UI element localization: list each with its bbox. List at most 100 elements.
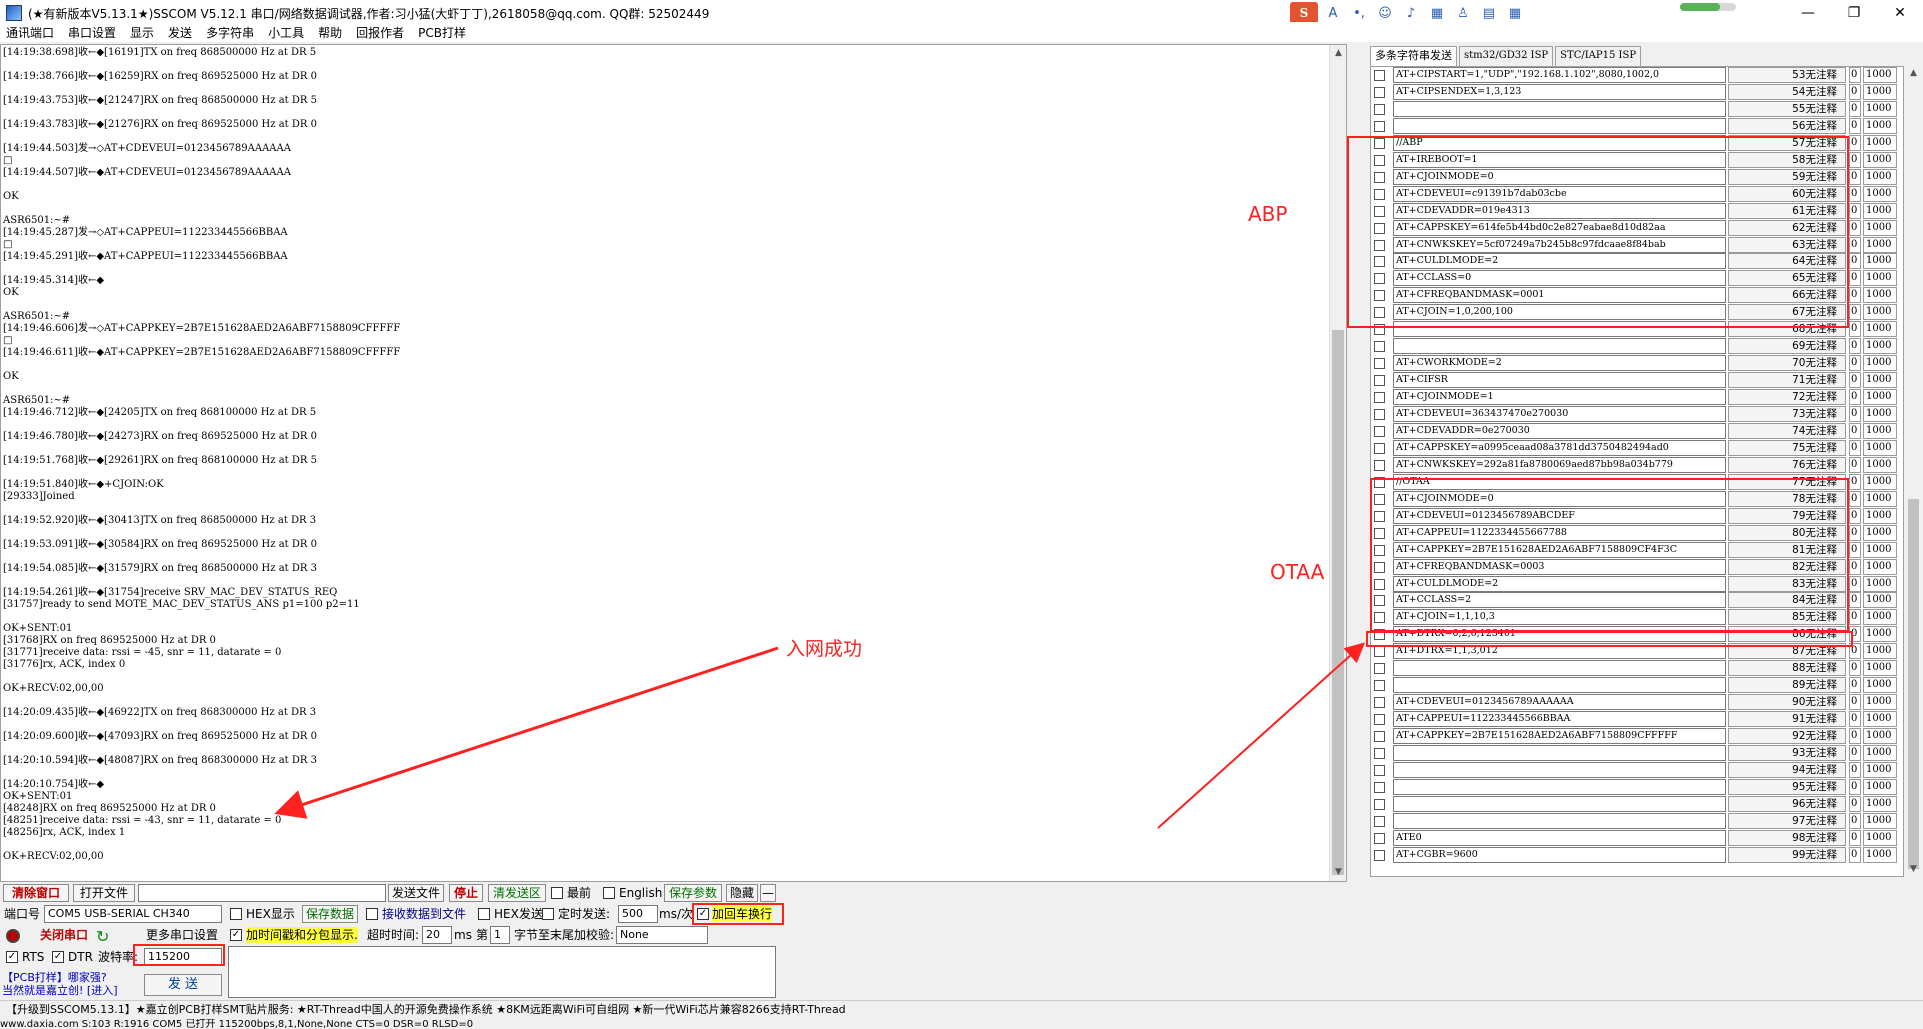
command-input[interactable]: AT+CCLASS=2 — [1393, 592, 1726, 609]
topmost-checkbox[interactable] — [551, 887, 563, 899]
row-checkbox[interactable] — [1374, 663, 1385, 675]
order-input[interactable]: 0 — [1849, 694, 1861, 711]
row-checkbox[interactable] — [1374, 425, 1385, 437]
recv-to-file-checkbox[interactable] — [366, 908, 378, 920]
row-checkbox[interactable] — [1374, 290, 1385, 302]
command-input[interactable]: AT+CFREQBANDMASK=0001 — [1393, 287, 1726, 304]
send-note-button[interactable]: 90无注释 — [1728, 694, 1846, 711]
send-file-button[interactable]: 发送文件 — [388, 884, 444, 902]
send-note-button[interactable]: 74无注释 — [1728, 422, 1846, 439]
send-note-button[interactable]: 73无注释 — [1728, 406, 1846, 422]
delay-input[interactable]: 1000 — [1863, 406, 1897, 422]
english-checkbox[interactable] — [603, 887, 615, 899]
row-checkbox[interactable] — [1374, 714, 1385, 726]
send-note-button[interactable]: 76无注释 — [1728, 456, 1846, 473]
order-input[interactable]: 0 — [1849, 168, 1861, 185]
order-input[interactable]: 0 — [1849, 151, 1861, 168]
row-checkbox[interactable] — [1374, 120, 1385, 132]
row-checkbox[interactable] — [1374, 493, 1385, 505]
order-input[interactable]: 0 — [1849, 439, 1861, 456]
delay-input[interactable]: 1000 — [1863, 558, 1897, 575]
order-input[interactable]: 0 — [1849, 355, 1861, 372]
row-checkbox[interactable] — [1374, 273, 1385, 285]
ime-tool-icon[interactable]: ▦ — [1504, 6, 1526, 21]
add-crlf-checkbox[interactable]: ✓ — [697, 908, 709, 920]
command-input[interactable]: AT+CJOINMODE=0 — [1393, 168, 1726, 185]
delay-input[interactable]: 1000 — [1863, 456, 1897, 473]
order-input[interactable]: 0 — [1849, 677, 1861, 694]
send-note-button[interactable]: 56无注释 — [1728, 117, 1846, 134]
command-input[interactable]: AT+CIPSTART=1,"UDP","192.168.1.102",8080… — [1393, 67, 1726, 83]
row-checkbox[interactable] — [1374, 375, 1385, 387]
send-note-button[interactable]: 58无注释 — [1728, 151, 1846, 168]
row-checkbox[interactable] — [1374, 561, 1385, 573]
order-input[interactable]: 0 — [1849, 219, 1861, 236]
delay-input[interactable]: 1000 — [1863, 253, 1897, 270]
send-note-button[interactable]: 68无注释 — [1728, 321, 1846, 338]
delay-input[interactable]: 1000 — [1863, 626, 1897, 643]
send-note-button[interactable]: 84无注释 — [1728, 592, 1846, 609]
send-note-button[interactable]: 66无注释 — [1728, 287, 1846, 304]
delay-input[interactable]: 1000 — [1863, 151, 1897, 168]
row-checkbox[interactable] — [1374, 849, 1385, 861]
clear-window-button[interactable]: 清除窗口 — [3, 884, 69, 902]
command-input[interactable]: AT+CCLASS=0 — [1393, 270, 1726, 287]
command-input[interactable] — [1393, 100, 1726, 117]
command-input[interactable]: AT+CDEVEUI=c91391b7dab03cbe — [1393, 185, 1726, 202]
send-note-button[interactable]: 83无注释 — [1728, 575, 1846, 592]
delay-input[interactable]: 1000 — [1863, 795, 1897, 812]
command-input[interactable]: AT+CAPPKEY=2B7E151628AED2A6ABF7158809CFF… — [1393, 728, 1726, 745]
ime-tool-icon[interactable]: •, — [1348, 6, 1370, 21]
command-input[interactable]: AT+IREBOOT=1 — [1393, 151, 1726, 168]
command-input[interactable]: AT+CJOINMODE=1 — [1393, 389, 1726, 406]
command-input[interactable]: AT+CFREQBANDMASK=0003 — [1393, 558, 1726, 575]
command-input[interactable]: AT+CULDLMODE=2 — [1393, 575, 1726, 592]
send-note-button[interactable]: 64无注释 — [1728, 253, 1846, 270]
row-checkbox[interactable] — [1374, 392, 1385, 404]
command-input[interactable]: AT+CNWKSKEY=292a81fa8780069aed87bb98a034… — [1393, 456, 1726, 473]
send-note-button[interactable]: 85无注释 — [1728, 609, 1846, 626]
delay-input[interactable]: 1000 — [1863, 439, 1897, 456]
log-scrollbar[interactable]: ▲ ▼ — [1329, 45, 1346, 881]
send-button[interactable]: 发 送 — [144, 974, 222, 996]
scroll-up-icon[interactable]: ▲ — [1906, 66, 1921, 81]
ime-tool-icon[interactable]: ▤ — [1478, 6, 1500, 21]
command-input[interactable]: AT+CNWKSKEY=5cf07249a7b245b8c97fdcaae8f8… — [1393, 236, 1726, 253]
command-input[interactable] — [1393, 660, 1726, 677]
order-input[interactable]: 0 — [1849, 236, 1861, 253]
timeout-input[interactable]: 20 — [422, 926, 452, 944]
send-note-button[interactable]: 70无注释 — [1728, 355, 1846, 372]
order-input[interactable]: 0 — [1849, 406, 1861, 422]
delay-input[interactable]: 1000 — [1863, 389, 1897, 406]
order-input[interactable]: 0 — [1849, 422, 1861, 439]
command-input[interactable]: AT+DTRX=0,2,6,123401 — [1393, 626, 1726, 643]
command-input[interactable]: AT+CDEVEUI=0123456789ABCDEF — [1393, 507, 1726, 524]
order-input[interactable]: 0 — [1849, 202, 1861, 219]
row-checkbox[interactable] — [1374, 358, 1385, 370]
command-input[interactable]: AT+CDEVEUI=0123456789AAAAAA — [1393, 694, 1726, 711]
row-checkbox[interactable] — [1374, 324, 1385, 336]
tab-multi-string[interactable]: 多条字符串发送 — [1370, 46, 1457, 68]
command-input[interactable]: AT+CDEVADDR=0e270030 — [1393, 422, 1726, 439]
send-note-button[interactable]: 98无注释 — [1728, 829, 1846, 846]
ime-tool-icon[interactable]: ▦ — [1426, 6, 1448, 21]
order-input[interactable]: 0 — [1849, 389, 1861, 406]
order-input[interactable]: 0 — [1849, 812, 1861, 829]
delay-input[interactable]: 1000 — [1863, 829, 1897, 846]
send-note-button[interactable]: 71无注释 — [1728, 372, 1846, 389]
delay-input[interactable]: 1000 — [1863, 677, 1897, 694]
order-input[interactable]: 0 — [1849, 134, 1861, 151]
delay-input[interactable]: 1000 — [1863, 202, 1897, 219]
rts-checkbox[interactable]: ✓ — [6, 951, 18, 963]
delay-input[interactable]: 1000 — [1863, 338, 1897, 355]
delay-input[interactable]: 1000 — [1863, 524, 1897, 541]
hex-display-checkbox[interactable] — [230, 908, 242, 920]
command-input[interactable] — [1393, 677, 1726, 694]
order-input[interactable]: 0 — [1849, 456, 1861, 473]
send-note-button[interactable]: 82无注释 — [1728, 558, 1846, 575]
row-checkbox[interactable] — [1374, 578, 1385, 590]
command-input[interactable]: AT+CAPPEUI=112233445566BBAA — [1393, 711, 1726, 728]
order-input[interactable]: 0 — [1849, 643, 1861, 660]
command-input[interactable]: AT+CJOINMODE=0 — [1393, 490, 1726, 507]
command-input[interactable] — [1393, 761, 1726, 778]
